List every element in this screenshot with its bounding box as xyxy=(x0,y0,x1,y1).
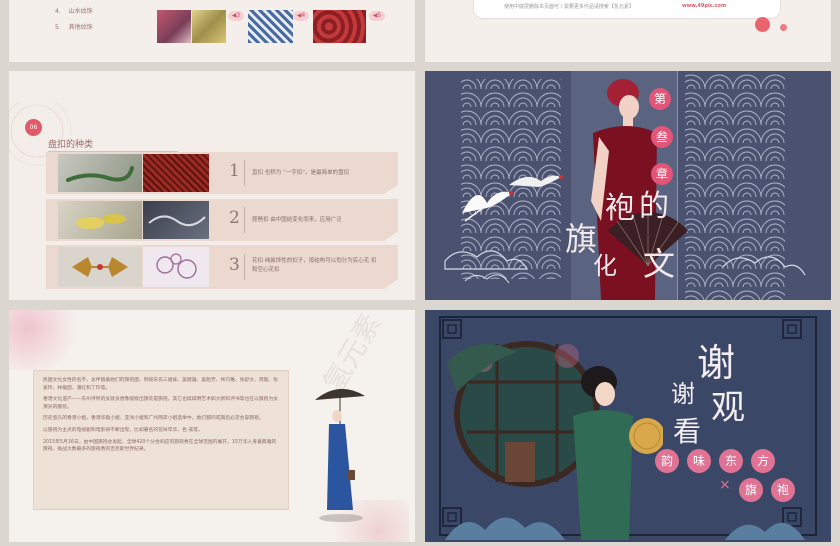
title-char: 的 xyxy=(639,189,669,224)
badge: ◀5 xyxy=(369,11,385,21)
title-char: 袍 xyxy=(605,191,635,226)
row-number: 1 xyxy=(229,161,240,181)
row-divider xyxy=(244,160,245,186)
paragraph: 以旗袍为主点的电视剧和电影将不断出现，比如著名的花样年华、色 戒等。 xyxy=(43,427,203,433)
tagline-char: 味 xyxy=(687,449,711,473)
pattern-thumbnail xyxy=(157,10,191,43)
row-number: 2 xyxy=(229,208,240,228)
button-photo xyxy=(58,154,142,192)
chapter-char: 第 xyxy=(649,88,671,110)
tagline-char: 旗 xyxy=(739,478,763,502)
notice-text: 使用中底层删除本页面可 / 需要更多作品请搜索【氢元素】 xyxy=(504,4,634,10)
row-description: 花扣 纯装饰性的扣子，按结构可以划分为实心花 扣和空心花扣 xyxy=(252,258,377,273)
list-item: 5. 其他纹饰 xyxy=(55,22,93,31)
paragraph: 香港文化遗产——东州评所的女就员想像版版出旗装是旗袍。其它也续续明艺术如大新和评… xyxy=(43,397,279,410)
row-divider xyxy=(244,254,245,280)
badge: ◀3 xyxy=(228,11,244,21)
text-card: 民国文化女性的名字，总伴随着她们的旗袍图，例如宋氏三姐妹、吴健雄、吴贻芳、林巧稚… xyxy=(33,370,289,510)
crane-icon xyxy=(509,175,563,187)
notice-card: 使用中底层删除本页面可 / 需要更多作品请搜索【氢元素】 www.49pic.c… xyxy=(473,0,781,19)
button-photo xyxy=(143,154,209,192)
tagline-char: 方 xyxy=(751,449,775,473)
tagline-char: 袍 xyxy=(771,478,795,502)
thanks-char: 谢 xyxy=(671,380,695,408)
slide-chapter-cover[interactable]: 第 叁 章 旗 袍 的 文 化 xyxy=(425,71,831,300)
row-divider xyxy=(244,207,245,233)
slide-button-types[interactable]: 06 盘扣的种类 1 直扣 也称为 “一字扣”，是最简单的盘扣 2 琵琶扣 由中… xyxy=(9,71,415,300)
button-type-row: 2 琵琶扣 由中国结变化而来，应用广泛 xyxy=(46,199,398,241)
thanks-char: 谢 xyxy=(697,341,736,385)
title-char: 化 xyxy=(593,252,617,280)
woman-umbrella-illustration xyxy=(315,388,365,522)
slide-qipao-culture-text[interactable]: 氢元素 民国文化女性的名字，总伴随着她们的旗袍图，例如宋氏三姐妹、吴健雄、吴贻芳… xyxy=(9,310,415,542)
pattern-thumbnail xyxy=(192,10,226,43)
badge: ◀4 xyxy=(293,11,309,21)
pattern-thumbnail xyxy=(248,10,293,43)
thanks-char: 观 xyxy=(711,388,745,428)
button-photo xyxy=(58,201,142,239)
chapter-char: 叁 xyxy=(651,126,673,148)
site-link[interactable]: www.49pic.com xyxy=(682,3,726,9)
item-label: 山水纹饰 xyxy=(68,8,93,15)
button-photo xyxy=(143,201,209,239)
section-number-badge: 06 xyxy=(25,119,42,136)
item-label: 其他纹饰 xyxy=(68,24,93,31)
paragraph: 2015年5月16日，由中国旗袍会发起，全球420个分会响应的旗袍秀在全球范围内… xyxy=(43,439,277,453)
corner-ornament-icon xyxy=(782,319,802,339)
section-title: 盘扣的种类 xyxy=(48,140,94,150)
tagline-char: 韵 xyxy=(655,449,679,473)
blossom-decor xyxy=(9,310,99,370)
button-type-row: 3 花扣 纯装饰性的扣子，按结构可以划分为实心花 扣和空心花扣 xyxy=(46,245,398,289)
slide-contents-fragment[interactable]: 4. 山水纹饰 5. 其他纹饰 ◀3 ◀4 ◀5 xyxy=(9,0,415,62)
cross-mark: × xyxy=(719,477,731,493)
list-item: 4. 山水纹饰 xyxy=(55,6,93,15)
button-photo xyxy=(58,247,142,287)
button-type-row: 1 直扣 也称为 “一字扣”，是最简单的盘扣 xyxy=(46,152,398,194)
thanks-char: 看 xyxy=(673,415,702,448)
slide-thank-you[interactable]: 谢 谢 观 看 韵 味 东 方 × 旗 袍 xyxy=(425,310,831,542)
button-photo xyxy=(143,247,209,287)
row-description: 直扣 也称为 “一字扣”，是最简单的盘扣 xyxy=(252,170,350,176)
tagline-char: 东 xyxy=(719,449,743,473)
pattern-thumbnail xyxy=(313,10,366,43)
title-underline xyxy=(48,151,178,152)
decor-circle xyxy=(755,17,770,32)
qipao-woman-fan-illustration xyxy=(573,366,663,540)
slide-notice-fragment[interactable]: 使用中底层删除本页面可 / 需要更多作品请搜索【氢元素】 www.49pic.c… xyxy=(425,0,831,62)
decor-circle-small xyxy=(780,24,787,31)
item-number: 4. xyxy=(55,8,61,15)
row-description: 琵琶扣 由中国结变化而来，应用广泛 xyxy=(252,217,342,223)
title-char: 文 xyxy=(643,245,676,283)
row-number: 3 xyxy=(229,255,240,275)
paragraph: 民国文化女性的名字，总伴随着她们的旗袍图，例如宋氏三姐妹、吴健雄、吴贻芳、林巧稚… xyxy=(43,378,279,391)
paragraph: 历史悠久的香港小姐，香港华裔小姐，亚洲小姐和广州两岸小姐选举中，她们都问或旗后必… xyxy=(43,416,264,422)
item-number: 5. xyxy=(55,24,61,31)
